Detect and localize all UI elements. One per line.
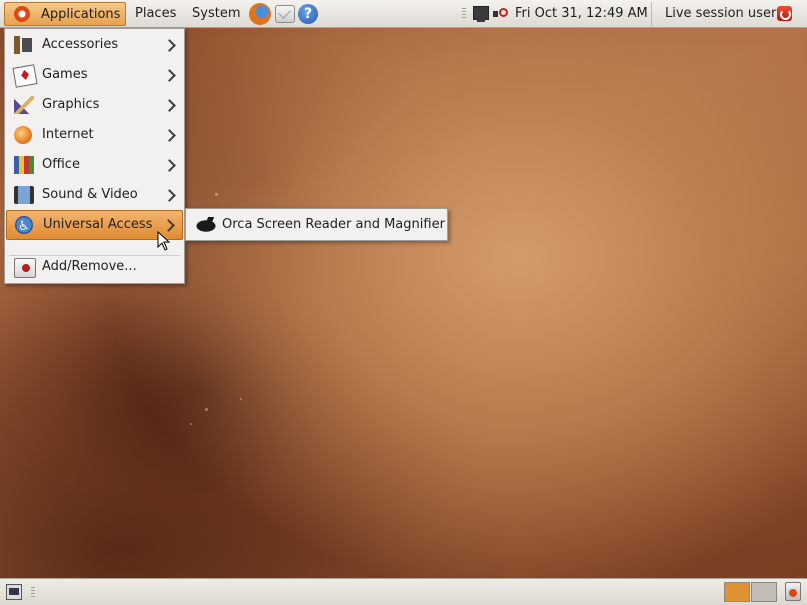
graphics-icon (14, 96, 34, 114)
mail-icon[interactable] (275, 5, 295, 23)
menu-item-label: Graphics (42, 97, 100, 112)
show-desktop-icon[interactable] (6, 584, 22, 600)
menu-item-office[interactable]: Office (6, 151, 183, 179)
applications-menu-button[interactable]: Applications (4, 2, 126, 26)
accessories-icon (14, 36, 34, 54)
firefox-icon[interactable] (249, 3, 271, 25)
panel-separator (31, 587, 35, 598)
universal-access-icon (15, 213, 33, 241)
menu-item-label: Orca Screen Reader and Magnifier (222, 217, 445, 232)
workspace-1[interactable] (724, 582, 750, 602)
workspace-2[interactable] (751, 582, 777, 602)
places-menu-button[interactable]: Places (128, 2, 183, 26)
sound-video-icon (14, 186, 34, 204)
menu-item-accessories[interactable]: Accessories (6, 31, 183, 59)
menu-item-label: Sound & Video (42, 187, 138, 202)
top-panel: Applications Places System ? Fri Oct 31,… (0, 0, 807, 28)
chevron-right-icon (163, 69, 176, 82)
menu-item-label: Universal Access (43, 217, 153, 232)
chevron-right-icon (162, 219, 175, 232)
trash-icon[interactable] (785, 582, 801, 601)
menu-item-sound-video[interactable]: Sound & Video (6, 181, 183, 209)
power-icon[interactable] (777, 6, 792, 21)
menu-item-graphics[interactable]: Graphics (6, 91, 183, 119)
bottom-panel (0, 578, 807, 605)
menu-item-label: Office (42, 157, 80, 172)
menu-item-label: Internet (42, 127, 94, 142)
help-icon[interactable]: ? (298, 4, 318, 24)
clock[interactable]: Fri Oct 31, 12:49 AM (515, 2, 648, 26)
universal-access-submenu: Orca Screen Reader and Magnifier (185, 208, 448, 241)
menu-item-orca[interactable]: Orca Screen Reader and Magnifier (186, 211, 447, 239)
chevron-right-icon (163, 189, 176, 202)
volume-muted-icon[interactable] (493, 7, 508, 21)
office-icon (14, 156, 34, 174)
chevron-right-icon (163, 39, 176, 52)
ubuntu-logo-icon (14, 6, 30, 22)
user-menu-button[interactable]: Live session user (651, 2, 776, 26)
applications-menu-label: Applications (41, 7, 121, 22)
chevron-right-icon (163, 159, 176, 172)
menu-item-label: Accessories (42, 37, 119, 52)
chevron-right-icon (163, 99, 176, 112)
menu-item-add-remove[interactable]: Add/Remove... (6, 253, 183, 281)
panel-separator (462, 8, 466, 20)
network-icon[interactable] (473, 6, 489, 22)
games-icon (12, 64, 38, 88)
add-remove-icon (14, 258, 36, 278)
menu-item-label: Add/Remove... (42, 259, 137, 274)
menu-item-games[interactable]: Games (6, 61, 183, 89)
internet-icon (14, 126, 32, 144)
chevron-right-icon (163, 129, 176, 142)
orca-icon (195, 216, 217, 234)
system-menu-button[interactable]: System (185, 2, 247, 26)
menu-item-label: Games (42, 67, 88, 82)
menu-item-internet[interactable]: Internet (6, 121, 183, 149)
